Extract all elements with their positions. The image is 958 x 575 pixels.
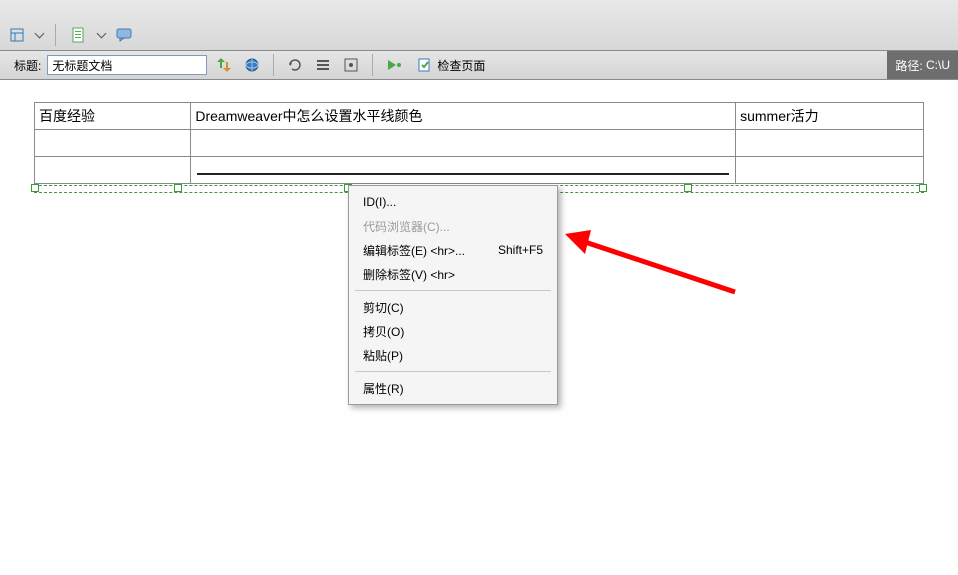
separator [55, 24, 56, 46]
resize-handle[interactable] [31, 184, 39, 192]
table-cell[interactable]: 百度经验 [35, 103, 191, 130]
path-value: C:\U [926, 58, 950, 72]
list-icon-button[interactable] [312, 54, 334, 76]
comment-icon-button[interactable] [113, 24, 135, 46]
check-page-button[interactable]: 检查页面 [411, 54, 491, 76]
layout-dropdown-button[interactable] [6, 24, 28, 46]
ctx-item-id[interactable]: ID(I)... [349, 190, 557, 214]
table-cell[interactable] [736, 130, 924, 157]
ctx-item-label: 编辑标签(E) <hr>... [363, 242, 465, 259]
hr-element[interactable] [197, 173, 729, 175]
comment-icon [116, 28, 132, 42]
ctx-item-properties[interactable]: 属性(R) [349, 376, 557, 400]
ctx-item-label: 剪切(C) [363, 299, 404, 316]
chevron-down-icon [97, 29, 107, 39]
play-icon-button[interactable] [383, 54, 405, 76]
ctx-item-label: 代码浏览器(C)... [363, 218, 450, 235]
separator [355, 371, 551, 372]
table-cell[interactable] [191, 130, 736, 157]
document-toolbar: 标题: 检查页面 路径: C:\U [0, 51, 958, 80]
annotation-arrow [565, 212, 745, 292]
table-cell[interactable] [191, 157, 736, 184]
ctx-item-label: ID(I)... [363, 195, 396, 209]
chevron-down-icon [35, 29, 45, 39]
check-page-label: 检查页面 [437, 57, 485, 74]
ctx-item-label: 拷贝(O) [363, 323, 404, 340]
resize-handle[interactable] [174, 184, 182, 192]
design-canvas[interactable]: 百度经验 Dreamweaver中怎么设置水平线颜色 summer活力 [0, 80, 958, 184]
separator [372, 54, 373, 76]
separator [355, 290, 551, 291]
title-input[interactable] [47, 55, 207, 75]
refresh-icon [287, 57, 303, 73]
table-cell[interactable]: summer活力 [736, 103, 924, 130]
options-icon-button[interactable] [340, 54, 362, 76]
resize-handle[interactable] [684, 184, 692, 192]
ctx-item-paste[interactable]: 粘贴(P) [349, 343, 557, 367]
resize-handle[interactable] [919, 184, 927, 192]
play-icon [386, 58, 402, 72]
ctx-item-label: 删除标签(V) <hr> [363, 266, 455, 283]
layout-icon [10, 28, 24, 42]
path-label: 路径: [895, 57, 922, 74]
sync-arrows-icon [216, 57, 232, 73]
document-icon [72, 27, 86, 43]
ctx-item-label: 粘贴(P) [363, 347, 403, 364]
upload-download-icon-button[interactable] [213, 54, 235, 76]
table-row: 百度经验 Dreamweaver中怎么设置水平线颜色 summer活力 [35, 103, 924, 130]
separator [273, 54, 274, 76]
ctx-item-copy[interactable]: 拷贝(O) [349, 319, 557, 343]
table-row [35, 157, 924, 184]
path-bar: 路径: C:\U [887, 51, 958, 79]
table-row [35, 130, 924, 157]
table-cell[interactable] [736, 157, 924, 184]
list-icon [315, 57, 331, 73]
options-icon [343, 57, 359, 73]
ctx-item-delete-tag[interactable]: 删除标签(V) <hr> [349, 262, 557, 286]
ctx-item-label: 属性(R) [363, 380, 404, 397]
table-cell[interactable] [35, 130, 191, 157]
table-cell[interactable] [35, 157, 191, 184]
content-table[interactable]: 百度经验 Dreamweaver中怎么设置水平线颜色 summer活力 [34, 102, 924, 184]
refresh-icon-button[interactable] [284, 54, 306, 76]
globe-icon-button[interactable] [241, 54, 263, 76]
title-label: 标题: [14, 57, 41, 74]
ctx-item-shortcut: Shift+F5 [498, 243, 543, 257]
ctx-item-edit-tag[interactable]: 编辑标签(E) <hr>... Shift+F5 [349, 238, 557, 262]
ctx-item-cut[interactable]: 剪切(C) [349, 295, 557, 319]
context-menu: ID(I)... 代码浏览器(C)... 编辑标签(E) <hr>... Shi… [348, 185, 558, 405]
check-page-icon [417, 57, 433, 73]
table-cell[interactable]: Dreamweaver中怎么设置水平线颜色 [191, 103, 736, 130]
arrow-icon [565, 212, 745, 302]
app-command-bar [0, 0, 958, 51]
ctx-item-code-browser: 代码浏览器(C)... [349, 214, 557, 238]
document-icon-button[interactable] [68, 24, 90, 46]
globe-icon [244, 57, 260, 73]
